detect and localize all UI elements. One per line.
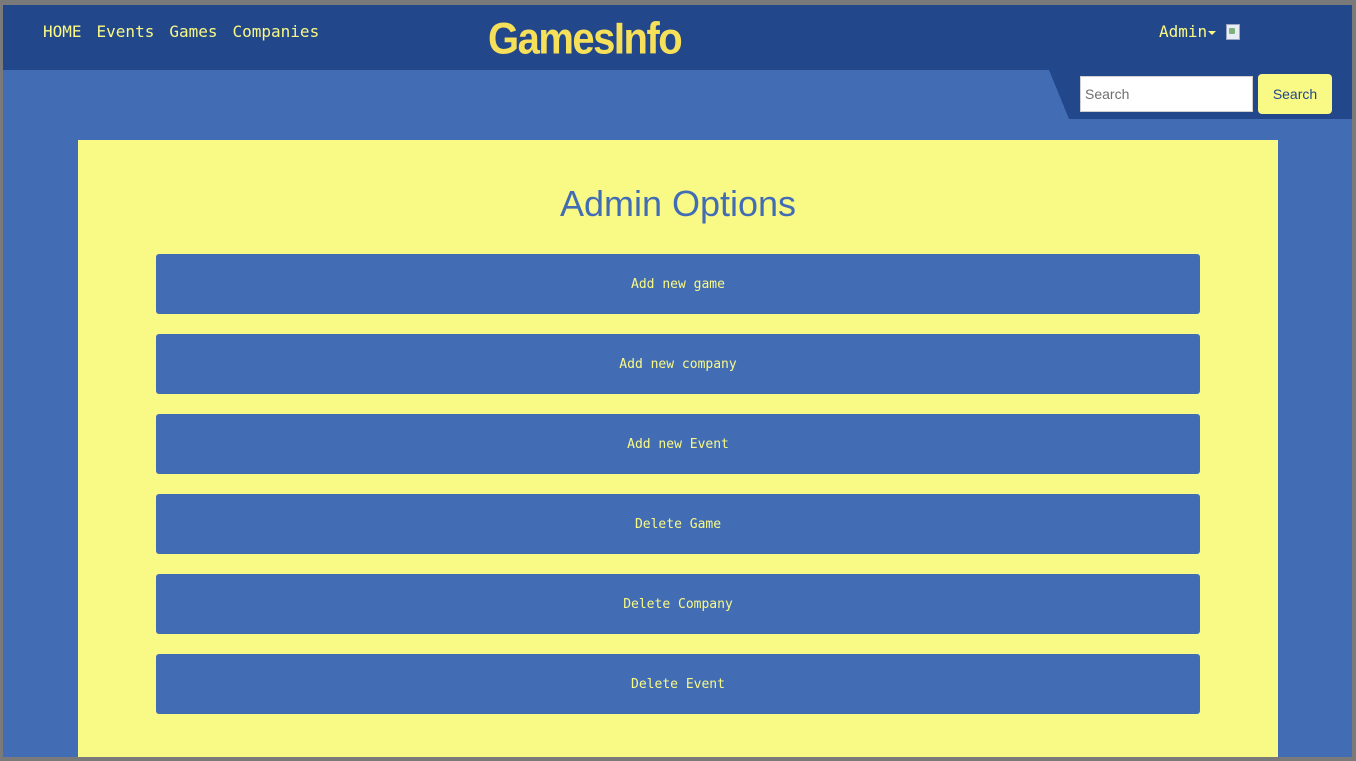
search-input[interactable] xyxy=(1080,76,1253,112)
delete-game-button[interactable]: Delete Game xyxy=(156,494,1200,554)
page-title: Admin Options xyxy=(559,183,797,224)
site-logo[interactable]: GamesInfo xyxy=(488,13,688,65)
logo-text: GamesInfo xyxy=(488,14,683,64)
delete-company-button[interactable]: Delete Company xyxy=(156,574,1200,634)
admin-label: Admin xyxy=(1159,22,1208,41)
nav-games-link[interactable]: Games xyxy=(169,22,217,41)
broken-image-icon xyxy=(1226,23,1241,40)
search-button[interactable]: Search xyxy=(1258,74,1332,114)
page-frame: HOME Events Games Companies GamesInfo Ad… xyxy=(3,5,1352,757)
admin-options-panel: Admin Options Add new game Add new compa… xyxy=(78,140,1278,757)
top-navbar: HOME Events Games Companies GamesInfo Ad… xyxy=(3,5,1352,70)
nav-links: HOME Events Games Companies xyxy=(43,22,319,41)
nav-events-link[interactable]: Events xyxy=(97,22,155,41)
caret-down-icon xyxy=(1208,31,1217,35)
add-new-event-button[interactable]: Add new Event xyxy=(156,414,1200,474)
delete-event-button[interactable]: Delete Event xyxy=(156,654,1200,714)
nav-companies-link[interactable]: Companies xyxy=(233,22,320,41)
admin-dropdown[interactable]: Admin xyxy=(1159,22,1241,41)
add-new-game-button[interactable]: Add new game xyxy=(156,254,1200,314)
add-new-company-button[interactable]: Add new company xyxy=(156,334,1200,394)
admin-options-list: Add new game Add new company Add new Eve… xyxy=(156,254,1200,714)
nav-home-link[interactable]: HOME xyxy=(43,22,82,41)
